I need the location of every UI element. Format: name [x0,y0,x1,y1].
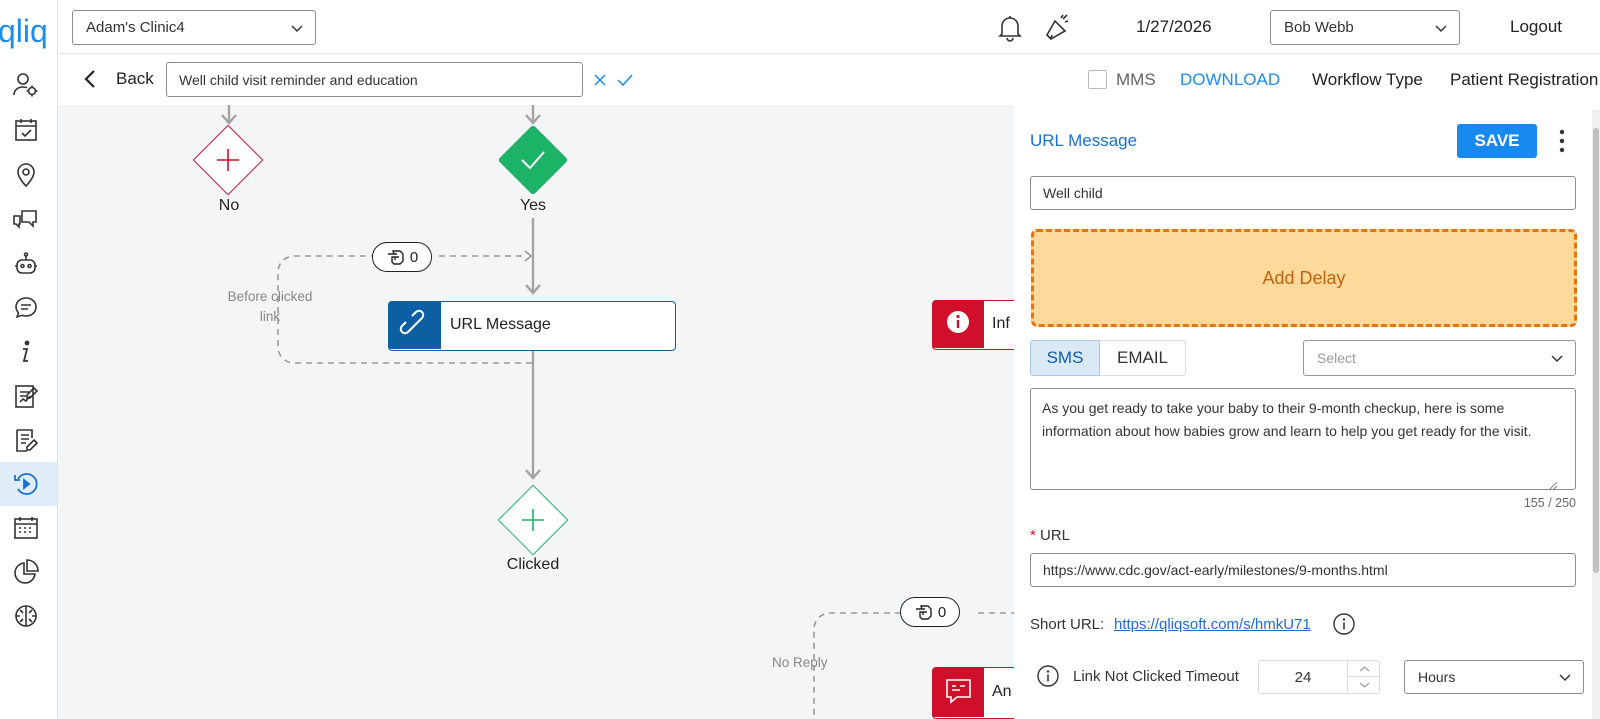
info-node[interactable]: Inf [932,300,1014,350]
stepper-down-icon[interactable] [1348,677,1381,693]
schedule-icon[interactable] [12,514,40,542]
panel-title: URL Message [1030,131,1138,150]
url-message-node[interactable]: URL Message [388,301,676,351]
timeout-info-icon[interactable] [1036,664,1060,688]
workflow-type-label: Workflow Type [1312,70,1423,89]
confirm-edit-icon[interactable] [616,72,634,88]
resize-handle-icon[interactable] [1548,478,1558,491]
svg-text:qliq: qliq [0,13,48,49]
mms-checkbox[interactable] [1088,70,1107,89]
info-node-icon-bg [933,301,984,348]
logout-button[interactable]: Logout [1510,17,1562,37]
workflow-canvas[interactable]: No Yes 0 Before clicked link URL Message… [58,105,1014,719]
template-select[interactable]: Select [1303,340,1576,376]
workflow-name-value: Well child visit reminder and education [179,71,418,88]
timeout-unit-value: Hours [1418,669,1456,685]
user-settings-icon[interactable] [12,71,40,99]
plus-icon [520,507,546,533]
save-button[interactable]: SAVE [1457,124,1537,158]
click-counter-badge: 0 [900,597,960,627]
answer-node[interactable]: An [932,667,1014,719]
required-marker: * [1030,527,1036,544]
click-count: 0 [937,603,947,621]
clinic-dropdown-value: Adam's Clinic4 [86,19,185,36]
url-message-node-label: URL Message [450,316,551,333]
calendar-check-icon[interactable] [12,116,40,144]
workflow-type-value[interactable]: Patient Registration [1450,70,1598,90]
left-nav-rail: qliq [0,0,58,719]
download-button[interactable]: DOWNLOAD [1180,70,1280,90]
edge-label-no-reply: No Reply [772,655,828,670]
link-icon [399,309,425,335]
timeout-stepper [1347,661,1381,693]
info-icon[interactable] [12,338,40,366]
chevron-down-icon [1559,674,1571,682]
url-label: URL [1040,527,1071,544]
timeout-unit-select[interactable]: Hours [1404,660,1584,694]
click-counter-badge: 0 [372,242,432,272]
current-date: 1/27/2026 [1136,17,1212,36]
cancel-edit-icon[interactable] [592,72,608,88]
more-options-icon[interactable] [1556,126,1568,156]
timeout-number-value: 24 [1294,668,1312,686]
back-button[interactable]: Back [116,69,154,89]
mms-label: MMS [1116,70,1156,89]
node-name-value: Well child [1043,185,1103,201]
chevron-down-icon [1551,355,1563,363]
add-delay-button[interactable]: Add Delay [1031,229,1577,327]
yes-branch-label: Yes [519,197,547,214]
timeout-label: Link Not Clicked Timeout [1073,668,1239,685]
tab-email[interactable]: EMAIL [1100,340,1186,376]
bot-icon[interactable] [12,250,40,278]
clinic-dropdown[interactable]: Adam's Clinic4 [72,10,316,45]
short-url-label: Short URL: [1030,616,1105,633]
no-branch-label: No [218,197,240,214]
timeout-number-input[interactable]: 24 [1258,660,1381,694]
answer-node-icon-bg [933,668,984,717]
url-input[interactable]: https://www.cdc.gov/act-early/milestones… [1030,553,1576,587]
plus-icon [215,147,241,173]
pointing-hand-icon [915,605,932,620]
edge-label-before-clicked-line2: link [259,309,281,324]
node-name-input[interactable]: Well child [1030,176,1576,210]
message-icon[interactable] [12,294,40,322]
location-pin-icon[interactable] [12,161,40,189]
qliq-logo: qliq [0,12,58,52]
tab-sms[interactable]: SMS [1030,340,1100,376]
workflow-icon[interactable] [12,470,40,498]
megaphone-icon[interactable] [1042,13,1072,43]
reply-message-icon [946,679,971,704]
info-circle-icon [947,311,969,333]
answer-node-label: An [992,683,1012,700]
template-select-placeholder: Select [1317,350,1356,366]
pointing-hand-icon [387,250,404,265]
chevron-down-icon [1435,24,1447,32]
ai-brain-icon[interactable] [12,602,40,630]
url-node-icon-bg [389,302,441,349]
back-arrow-icon[interactable] [80,68,100,90]
stepper-up-icon[interactable] [1348,661,1381,677]
pie-chart-icon[interactable] [12,558,40,586]
short-url-link[interactable]: https://qliqsoft.com/s/hmkU71 [1114,616,1311,633]
url-input-value: https://www.cdc.gov/act-early/milestones… [1043,562,1388,578]
info-node-label: Inf [992,315,1010,332]
chevron-down-icon [291,24,303,32]
workflow-name-input[interactable]: Well child visit reminder and education [166,62,583,97]
user-dropdown[interactable]: Bob Webb [1270,10,1460,45]
edge-label-before-clicked: Before clicked [227,289,313,304]
clicked-branch-label: Clicked [506,556,560,573]
chat-bubbles-icon[interactable] [12,205,40,233]
qliq-logo-mark: qliq [0,13,48,49]
panel-scrollbar-thumb[interactable] [1593,128,1599,573]
char-count: 155 / 250 [1523,496,1576,510]
form-edit-icon[interactable] [12,426,40,454]
bell-icon[interactable] [996,14,1024,42]
document-edit-icon[interactable] [12,382,40,410]
short-url-info-icon[interactable] [1332,612,1356,636]
message-textarea[interactable]: As you get ready to take your baby to th… [1030,388,1576,490]
user-dropdown-value: Bob Webb [1284,19,1354,36]
check-icon [519,147,547,173]
click-count: 0 [409,248,419,266]
